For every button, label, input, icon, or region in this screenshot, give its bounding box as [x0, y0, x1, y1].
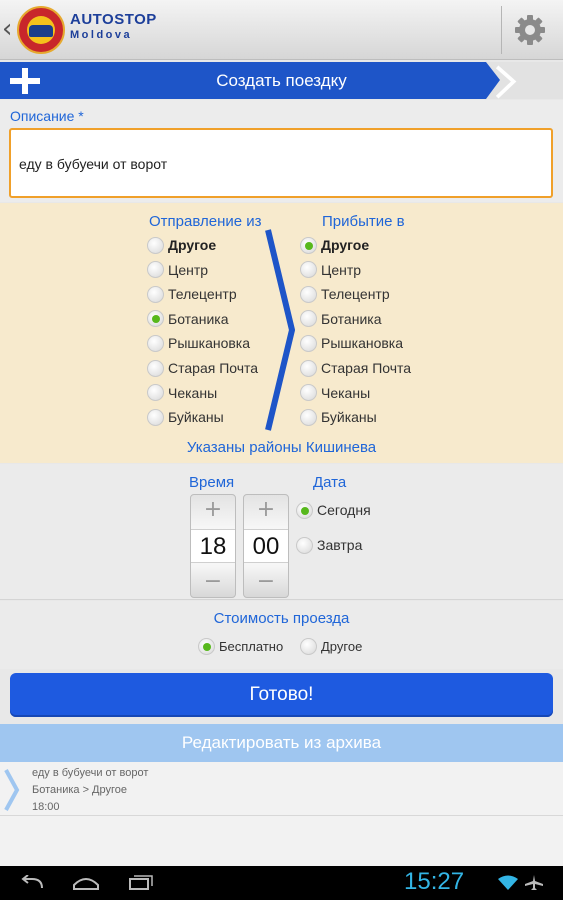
chevron-right-icon [4, 769, 20, 811]
departure-option-label: Чеканы [168, 384, 218, 401]
departure-option-label: Центр [168, 261, 209, 278]
departure-option[interactable]: Старая Почта [147, 357, 258, 379]
status-clock: 15:27 [404, 868, 465, 895]
hour-increment-button[interactable]: + [191, 497, 235, 523]
arrival-option-label: Ботаника [321, 310, 382, 327]
radio-button[interactable] [300, 408, 317, 426]
radio-button[interactable] [296, 536, 313, 554]
airplane-icon [525, 875, 543, 890]
car-icon [29, 25, 53, 37]
departure-option[interactable]: Телецентр [147, 283, 237, 305]
arrival-option[interactable]: Рышкановка [300, 332, 403, 354]
description-label: Описание * [10, 108, 84, 124]
archive-item-route: Ботаника > Другое [32, 784, 128, 796]
home-icon[interactable] [72, 875, 100, 891]
arrival-option[interactable]: Ботаника [300, 308, 381, 330]
radio-button[interactable] [300, 637, 317, 655]
description-input[interactable]: еду в бубуечи от ворот [9, 128, 553, 198]
radio-button[interactable] [300, 261, 317, 279]
districts-note: Указаны районы Кишинева [186, 439, 377, 456]
arrival-heading: Прибытие в [322, 213, 405, 230]
radio-button[interactable] [300, 359, 317, 377]
arrival-option[interactable]: Старая Почта [300, 357, 411, 379]
wifi-icon [498, 875, 518, 890]
brand-title: AUTOSTOP [70, 11, 157, 28]
cost-option-label: Другое [321, 638, 363, 654]
cost-option-free[interactable]: Бесплатно [198, 635, 283, 657]
cost-option-label: Бесплатно [219, 638, 284, 654]
departure-option-label: Телецентр [168, 286, 237, 303]
done-button[interactable]: Готово! [10, 673, 553, 717]
departure-option[interactable]: Другое [147, 234, 216, 256]
date-label: Дата [313, 474, 347, 491]
radio-button[interactable] [300, 236, 317, 254]
arrival-option[interactable]: Телецентр [300, 283, 390, 305]
app-logo[interactable] [17, 6, 65, 54]
departure-option[interactable]: Ботаника [147, 308, 228, 330]
route-arrow-icon [265, 229, 295, 431]
hour-spinner: + 18 − [190, 494, 236, 598]
radio-button[interactable] [300, 285, 317, 303]
arrival-option-label: Чеканы [321, 384, 371, 401]
cost-option-other[interactable]: Другое [300, 635, 362, 657]
date-option-today[interactable]: Сегодня [296, 499, 371, 521]
arrival-option-label: Центр [321, 261, 362, 278]
radio-button[interactable] [147, 334, 164, 352]
time-label: Время [189, 474, 235, 491]
radio-button[interactable] [147, 359, 164, 377]
departure-option-label: Ботаника [168, 310, 229, 327]
hour-value[interactable]: 18 [191, 529, 235, 563]
arrival-option-label: Рышкановка [321, 335, 404, 352]
archive-header[interactable]: Редактировать из архива [0, 724, 563, 762]
departure-heading: Отправление из [149, 213, 262, 230]
minute-value[interactable]: 00 [244, 529, 288, 563]
action-bar-divider [501, 6, 502, 54]
departure-option-label: Другое [168, 237, 217, 253]
minute-increment-button[interactable]: + [244, 497, 288, 523]
minute-spinner: + 00 − [243, 494, 289, 598]
departure-option[interactable]: Чеканы [147, 382, 217, 404]
arrival-option-label: Телецентр [321, 286, 390, 303]
radio-button[interactable] [147, 408, 164, 426]
gear-icon[interactable] [514, 14, 546, 46]
cost-label: Стоимость проезда [213, 610, 350, 627]
back-icon[interactable] [18, 875, 44, 891]
hour-decrement-button[interactable]: − [191, 569, 235, 595]
radio-button[interactable] [147, 384, 164, 402]
departure-option[interactable]: Рышкановка [147, 332, 250, 354]
create-trip-title: Создать поездку [216, 71, 347, 90]
radio-button[interactable] [147, 236, 164, 254]
arrival-option-label: Старая Почта [321, 360, 412, 376]
arrival-option-label: Буйканы [321, 409, 377, 426]
date-option-tomorrow[interactable]: Завтра [296, 534, 362, 556]
arrival-option[interactable]: Центр [300, 259, 361, 281]
brand-subtitle: Moldova [70, 29, 133, 41]
departure-option-label: Старая Почта [168, 360, 259, 376]
departure-option-label: Буйканы [168, 409, 224, 426]
arrival-option[interactable]: Другое [300, 234, 369, 256]
arrival-option[interactable]: Чеканы [300, 382, 370, 404]
minute-decrement-button[interactable]: − [244, 569, 288, 595]
archive-item-description: еду в бубуечи от ворот [32, 767, 149, 779]
archive-item-time: 18:00 [32, 801, 60, 813]
arrival-option-label: Другое [321, 237, 370, 253]
arrival-option[interactable]: Буйканы [300, 406, 377, 428]
radio-button[interactable] [198, 637, 215, 655]
date-option-label: Завтра [317, 537, 363, 553]
radio-button[interactable] [296, 501, 313, 519]
departure-option[interactable]: Буйканы [147, 406, 224, 428]
radio-button[interactable] [300, 384, 317, 402]
chevron-left-icon[interactable]: ‹ [2, 14, 12, 44]
radio-button[interactable] [147, 261, 164, 279]
radio-button[interactable] [300, 310, 317, 328]
radio-button[interactable] [147, 285, 164, 303]
radio-button[interactable] [300, 334, 317, 352]
recent-apps-icon[interactable] [128, 875, 154, 891]
departure-option-label: Рышкановка [168, 335, 251, 352]
departure-option[interactable]: Центр [147, 259, 208, 281]
radio-button[interactable] [147, 310, 164, 328]
date-option-label: Сегодня [317, 502, 371, 518]
